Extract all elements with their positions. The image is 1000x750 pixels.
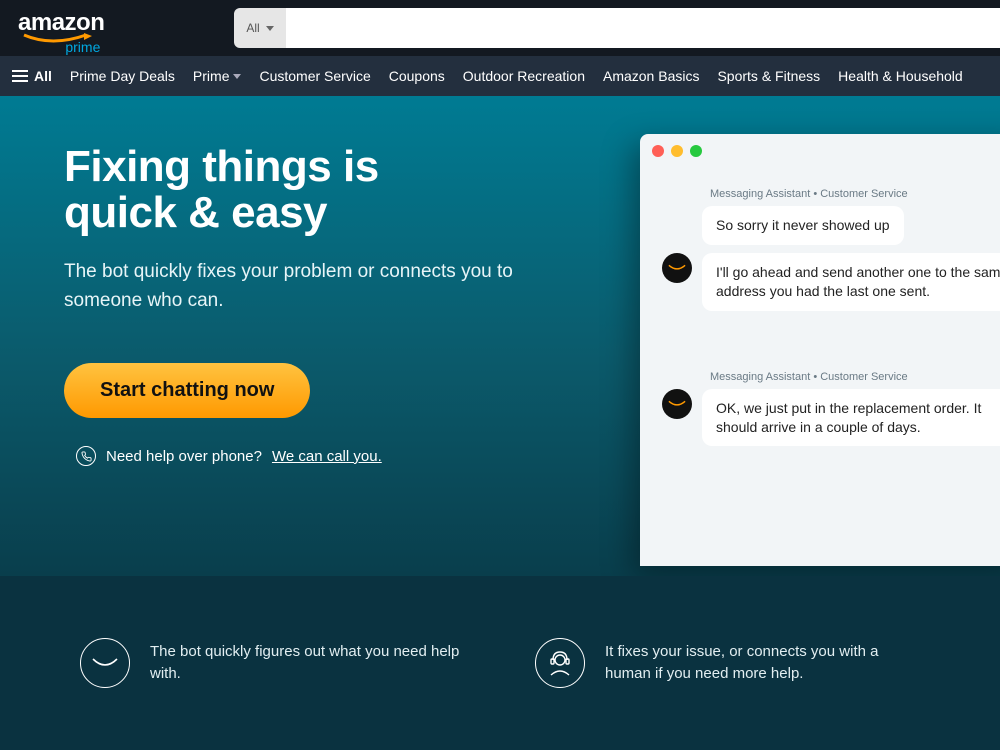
chat-bubble: I'll go ahead and send another one to th… [702, 253, 1000, 311]
chat-message-row: So sorry it never showed up [662, 206, 1000, 245]
chat-body: Messaging Assistant • Customer Service S… [640, 168, 1000, 446]
search-input[interactable] [286, 8, 1000, 48]
minimize-icon[interactable] [671, 145, 683, 157]
feature-text: The bot quickly figures out what you nee… [150, 641, 465, 685]
chat-sender-label: Messaging Assistant • Customer Service [710, 188, 1000, 200]
chat-bubble: So sorry it never showed up [702, 206, 904, 245]
features-section: The bot quickly figures out what you nee… [0, 576, 1000, 750]
phone-icon [76, 446, 96, 466]
chat-group: Messaging Assistant • Customer Service O… [662, 371, 1000, 447]
hero-title-line1: Fixing things is [64, 142, 379, 191]
chat-message-row: I'll go ahead and send another one to th… [662, 253, 1000, 311]
feature-item: The bot quickly figures out what you nee… [80, 638, 465, 688]
search-category-dropdown[interactable]: All [234, 8, 285, 48]
search-bar: All [234, 8, 1000, 48]
nav-bar: All Prime Day Deals Prime Customer Servi… [0, 56, 1000, 96]
chat-window: Messaging Assistant • Customer Service S… [640, 134, 1000, 566]
chevron-down-icon [233, 74, 241, 79]
feature-item: It fixes your issue, or connects you wit… [535, 638, 920, 688]
nav-item-health-household[interactable]: Health & Household [838, 68, 963, 84]
maximize-icon[interactable] [690, 145, 702, 157]
nav-all-label: All [34, 68, 52, 84]
nav-item-sports-fitness[interactable]: Sports & Fitness [717, 68, 820, 84]
chat-sender-label: Messaging Assistant • Customer Service [710, 371, 1000, 383]
logo-text: amazon [18, 9, 104, 37]
amazon-logo[interactable]: amazon prime [0, 1, 122, 55]
top-bar: amazon prime All [0, 0, 1000, 56]
chat-bubble: OK, we just put in the replacement order… [702, 389, 1000, 447]
chevron-down-icon [266, 26, 274, 31]
hero-title: Fixing things is quick & easy [64, 144, 574, 236]
hamburger-icon [12, 70, 28, 82]
hero-content: Fixing things is quick & easy The bot qu… [64, 144, 574, 576]
nav-item-amazon-basics[interactable]: Amazon Basics [603, 68, 699, 84]
close-icon[interactable] [652, 145, 664, 157]
phone-help-prompt: Need help over phone? [106, 448, 262, 465]
phone-help: Need help over phone? We can call you. [64, 446, 574, 466]
chat-titlebar [640, 134, 1000, 168]
feature-text: It fixes your issue, or connects you wit… [605, 641, 920, 685]
nav-item-prime-day-deals[interactable]: Prime Day Deals [70, 68, 175, 84]
nav-item-coupons[interactable]: Coupons [389, 68, 445, 84]
nav-all-menu[interactable]: All [12, 68, 52, 84]
nav-item-customer-service[interactable]: Customer Service [259, 68, 370, 84]
hero-subtitle: The bot quickly fixes your problem or co… [64, 258, 574, 315]
nav-item-prime[interactable]: Prime [193, 68, 242, 84]
bot-avatar-icon [662, 253, 692, 283]
bot-avatar-icon [662, 389, 692, 419]
hero-title-line2: quick & easy [64, 188, 327, 237]
phone-help-link[interactable]: We can call you. [272, 448, 382, 465]
headset-person-icon [535, 638, 585, 688]
nav-item-label: Prime [193, 68, 230, 84]
start-chatting-button[interactable]: Start chatting now [64, 363, 310, 418]
chat-message-row: OK, we just put in the replacement order… [662, 389, 1000, 447]
hero-section: Fixing things is quick & easy The bot qu… [0, 96, 1000, 576]
chat-group: Messaging Assistant • Customer Service S… [662, 188, 1000, 311]
bot-smile-icon [80, 638, 130, 688]
nav-item-outdoor-recreation[interactable]: Outdoor Recreation [463, 68, 585, 84]
search-category-label: All [246, 21, 259, 35]
